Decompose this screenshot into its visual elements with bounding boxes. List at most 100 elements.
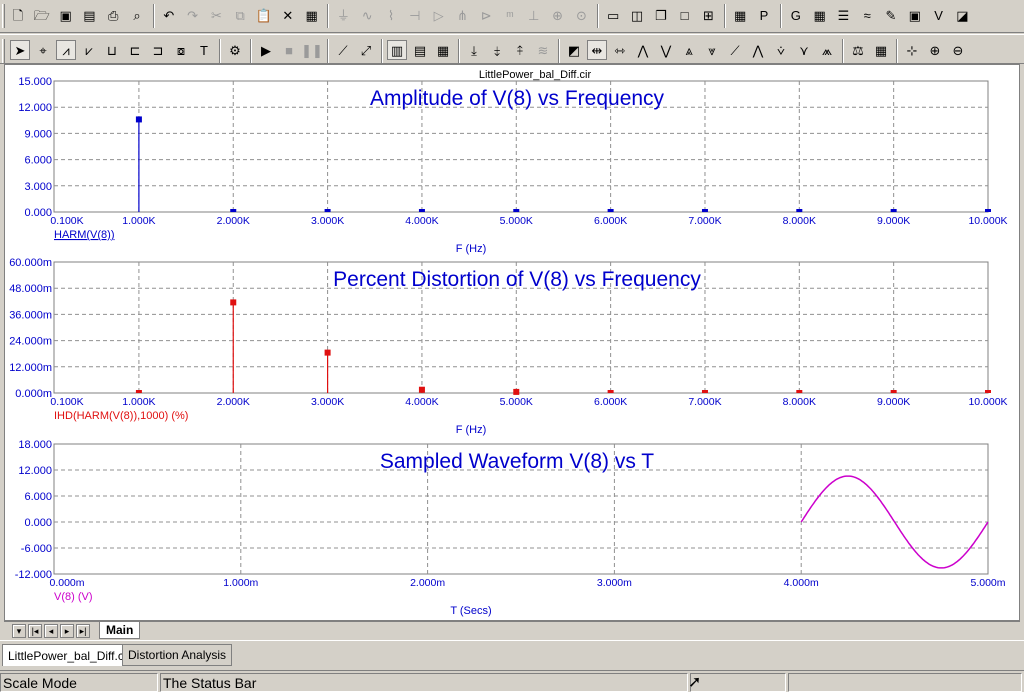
nav-first-button[interactable]: |◂ xyxy=(28,624,42,638)
undo-button[interactable]: ↶ xyxy=(159,5,179,25)
sheet-tab-main[interactable]: Main xyxy=(99,622,141,639)
toolbar-grip[interactable] xyxy=(2,39,5,63)
vd-button[interactable]: V xyxy=(929,5,949,25)
opamp-button[interactable]: ⊳ xyxy=(476,5,496,25)
g-button[interactable]: G xyxy=(786,5,806,25)
select-all-button[interactable]: ▦ xyxy=(302,5,322,25)
scale-button[interactable]: ⚖ xyxy=(848,40,868,60)
sweep-button[interactable]: ⩕ xyxy=(817,40,837,60)
doc-tab-circuit[interactable]: LittlePower_bal_Diff.cir xyxy=(2,644,137,666)
measure-button[interactable]: ⊹ xyxy=(902,40,922,60)
print-icon: ⎙ xyxy=(107,7,119,23)
waveform-icon: ≈ xyxy=(863,7,871,23)
stop-button[interactable]: ■ xyxy=(279,40,299,60)
doc-tab-distortion[interactable]: Distortion Analysis xyxy=(122,644,233,666)
plot2-button[interactable]: ⩗ xyxy=(79,40,99,60)
diode-button[interactable]: ▷ xyxy=(429,5,449,25)
table3-button[interactable]: ▦ xyxy=(433,40,453,60)
source-icon: ⊕ xyxy=(552,7,564,23)
peak2-button[interactable]: ⋀ xyxy=(748,40,768,60)
text-tool-button[interactable]: T xyxy=(194,40,214,60)
capacitor-button[interactable]: ⊣ xyxy=(405,5,425,25)
toolbar-grip[interactable] xyxy=(2,4,5,28)
arrows2-button[interactable]: ⇿ xyxy=(610,40,630,60)
status-panel-3 xyxy=(690,673,786,692)
window-split-v-button[interactable]: ◫ xyxy=(627,5,647,25)
cut-icon: ✂ xyxy=(210,7,222,23)
analysis-button[interactable]: ◪ xyxy=(952,5,972,25)
nav-next-button[interactable]: ▸ xyxy=(60,624,74,638)
cursor1-button[interactable]: ⤓ xyxy=(464,40,484,60)
diagonal-button[interactable]: ⤢ xyxy=(356,40,376,60)
cut-button[interactable]: ✂ xyxy=(206,5,226,25)
plot-window[interactable]: LittlePower_bal_Diff.cir 15.000 12.000 9.00… xyxy=(4,64,1020,621)
copy-icon: ⧉ xyxy=(235,7,245,23)
new-file-button[interactable]: 🗋 xyxy=(8,5,28,25)
run-button[interactable]: ▶ xyxy=(256,40,276,60)
nav-last-button[interactable]: ▸| xyxy=(76,624,90,638)
open-file-button[interactable]: 🗁 xyxy=(32,5,52,25)
window-split-h-button[interactable]: ▭ xyxy=(603,5,623,25)
paste-button[interactable]: 📋 xyxy=(254,5,274,25)
plot-button[interactable]: ⩘ xyxy=(56,40,76,60)
probe-button[interactable]: ⊙ xyxy=(571,5,591,25)
nav-dropdown-button[interactable]: ▾ xyxy=(12,624,26,638)
maximize-button[interactable]: □ xyxy=(675,5,695,25)
copy-button[interactable]: ⧉ xyxy=(230,5,250,25)
source-button[interactable]: ⊕ xyxy=(548,5,568,25)
plot5-button[interactable]: ⊐ xyxy=(148,40,168,60)
scope-button[interactable]: ◩ xyxy=(564,40,584,60)
properties-button[interactable]: ⚙ xyxy=(225,40,245,60)
grid2-button[interactable]: ▦ xyxy=(871,40,891,60)
save-button[interactable]: ▣ xyxy=(56,5,76,25)
zoom-in-button[interactable]: ⊕ xyxy=(925,40,945,60)
grid-button[interactable]: ▦ xyxy=(810,5,830,25)
low-button[interactable]: ⩔ xyxy=(702,40,722,60)
waveform-button[interactable]: ≈ xyxy=(857,5,877,25)
wire-button[interactable]: ∿ xyxy=(357,5,377,25)
cursor3-button[interactable]: ⤉ xyxy=(510,40,530,60)
cascade-button[interactable]: ❐ xyxy=(651,5,671,25)
pen-button[interactable]: ✎ xyxy=(881,5,901,25)
slope-button[interactable]: ⋎ xyxy=(794,40,814,60)
delete-button[interactable]: ✕ xyxy=(278,5,298,25)
valley2-button[interactable]: ⩒ xyxy=(771,40,791,60)
plot-canvas[interactable]: LittlePower_bal_Diff.cir 15.000 12.000 9.00… xyxy=(5,65,1019,620)
redo-button[interactable]: ↷ xyxy=(183,5,203,25)
analysis-icon: ◪ xyxy=(956,7,969,23)
arrows-button[interactable]: ⇹ xyxy=(587,40,607,60)
table1-button[interactable]: ▥ xyxy=(387,40,407,60)
print-preview-button[interactable]: ⌕ xyxy=(127,5,147,25)
plot3-button[interactable]: ⊔ xyxy=(102,40,122,60)
select-tool-button[interactable]: ⌖ xyxy=(33,40,53,60)
save-all-button[interactable]: ▤ xyxy=(79,5,99,25)
image-button[interactable]: ▣ xyxy=(905,5,925,25)
cursor2-button[interactable]: ⤈ xyxy=(487,40,507,60)
pause-button[interactable]: ❚❚ xyxy=(301,40,323,60)
x-tick-label: 3.000m xyxy=(597,577,632,589)
high-button[interactable]: ⩓ xyxy=(679,40,699,60)
peak-button[interactable]: ⋀ xyxy=(633,40,653,60)
tile-button[interactable]: ⊞ xyxy=(698,5,718,25)
calculator-button[interactable]: ▦ xyxy=(730,5,750,25)
file-title: LittlePower_bal_Diff.cir xyxy=(479,69,592,81)
transistor-button[interactable]: ⋔ xyxy=(452,5,472,25)
inductor-button[interactable]: ᵐ xyxy=(500,5,520,25)
zoom-out-button[interactable]: ⊖ xyxy=(948,40,968,60)
plot4-button[interactable]: ⊏ xyxy=(125,40,145,60)
valley-button[interactable]: ⋁ xyxy=(656,40,676,60)
print-button[interactable]: ⎙ xyxy=(103,5,123,25)
p-button[interactable]: P xyxy=(754,5,774,25)
list-button[interactable]: ☰ xyxy=(833,5,853,25)
inflection-button[interactable]: ⟋ xyxy=(725,40,745,60)
line-button[interactable]: ⟋ xyxy=(333,40,353,60)
resistor-button[interactable]: ⌇ xyxy=(381,5,401,25)
plot6-button[interactable]: ⧇ xyxy=(171,40,191,60)
table2-button[interactable]: ▤ xyxy=(410,40,430,60)
status-bar: Scale Mode The Status Bar xyxy=(0,670,1024,692)
ground-button[interactable]: ⏚ xyxy=(333,5,353,25)
select-arrow-button[interactable]: ➤ xyxy=(10,40,30,60)
nav-prev-button[interactable]: ◂ xyxy=(44,624,58,638)
battery-button[interactable]: ⊥ xyxy=(524,5,544,25)
cursor4-button[interactable]: ≋ xyxy=(533,40,553,60)
